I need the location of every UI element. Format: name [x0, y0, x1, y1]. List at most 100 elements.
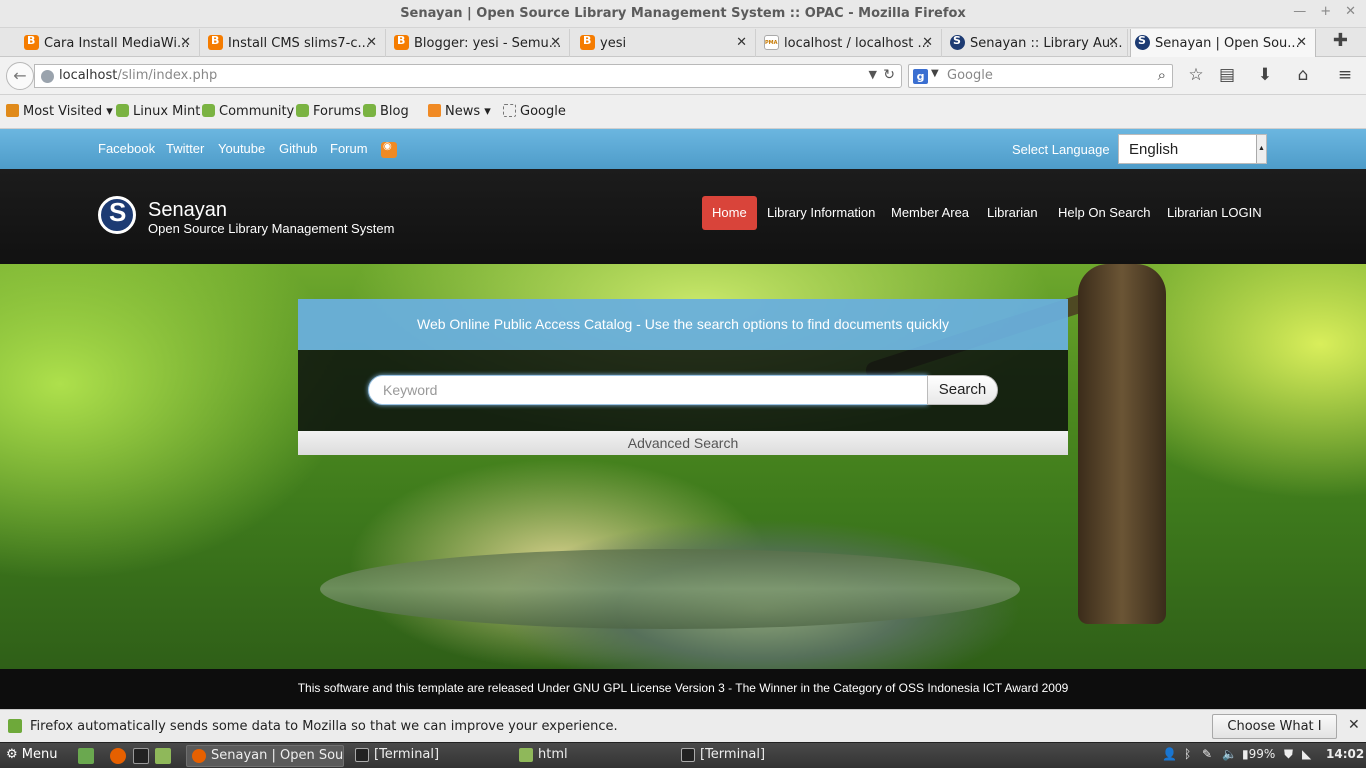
- search-form: Keyword Search: [298, 350, 1068, 431]
- browser-tab[interactable]: localhost / localhost ... ✕: [760, 29, 942, 57]
- phpmyadmin-icon: [764, 35, 779, 50]
- tab-strip: Cara Install MediaWi... ✕ Install CMS sl…: [0, 28, 1366, 58]
- link-youtube[interactable]: Youtube: [218, 141, 265, 156]
- close-tab-icon[interactable]: ✕: [366, 35, 377, 50]
- tab-label: Cara Install MediaWi...: [44, 35, 190, 51]
- bookmark-google[interactable]: Google: [503, 104, 566, 119]
- link-forum[interactable]: Forum: [330, 141, 368, 156]
- tab-label: Senayan | Open Sou...: [1155, 36, 1300, 51]
- bookmark-most-visited[interactable]: Most Visited ▾: [6, 104, 113, 119]
- bookmark-community[interactable]: Community: [202, 104, 294, 119]
- taskbar-window-terminal[interactable]: [Terminal]: [350, 745, 508, 767]
- link-github[interactable]: Github: [279, 141, 317, 156]
- close-tab-icon[interactable]: ✕: [180, 35, 191, 50]
- brand-tagline: Open Source Library Management System: [148, 221, 395, 236]
- advanced-search-toggle[interactable]: Advanced Search: [298, 431, 1068, 455]
- close-tab-icon[interactable]: ✕: [922, 35, 933, 50]
- user-icon[interactable]: 👤: [1162, 747, 1177, 761]
- search-icon[interactable]: ⌕: [1158, 66, 1166, 84]
- firefox-icon: [192, 749, 206, 763]
- url-history-dropdown-icon[interactable]: ▼: [869, 68, 877, 81]
- close-tab-icon[interactable]: ✕: [1296, 35, 1307, 50]
- show-desktop-icon[interactable]: [78, 748, 94, 764]
- social-topbar: Facebook Twitter Youtube Github Forum Se…: [0, 129, 1366, 169]
- google-icon[interactable]: g: [913, 69, 928, 84]
- window-titlebar: Senayan | Open Source Library Management…: [0, 0, 1366, 28]
- close-notification-icon[interactable]: ✕: [1348, 717, 1360, 733]
- choose-what-i-share-button[interactable]: Choose What I Share: [1212, 714, 1337, 757]
- maximize-icon[interactable]: +: [1320, 4, 1331, 19]
- bookmark-star-icon[interactable]: ☆: [1185, 65, 1207, 85]
- rss-feed-icon[interactable]: [381, 141, 397, 158]
- link-facebook[interactable]: Facebook: [98, 141, 155, 156]
- terminal-icon[interactable]: [133, 748, 149, 764]
- blogger-icon: [208, 34, 223, 50]
- start-menu-button[interactable]: ⚙ Menu: [6, 747, 58, 762]
- reload-icon[interactable]: ↻: [883, 67, 895, 83]
- firefox-icon[interactable]: [110, 748, 126, 764]
- browser-tab[interactable]: Senayan :: Library Au... ✕: [946, 29, 1128, 57]
- url-bar[interactable]: localhost/slim/index.php ▼ ↻: [34, 64, 902, 88]
- bookmarks-list-icon[interactable]: ▤: [1216, 65, 1238, 85]
- opac-search-panel: Web Online Public Access Catalog - Use t…: [298, 299, 1068, 455]
- brand-name[interactable]: Senayan: [148, 199, 227, 222]
- terminal-icon: [355, 748, 369, 762]
- home-icon[interactable]: ⌂: [1292, 65, 1314, 85]
- battery-indicator[interactable]: ▮ 99%: [1242, 747, 1275, 761]
- folder-icon: [519, 748, 533, 762]
- clock[interactable]: 14:02: [1326, 747, 1364, 761]
- bookmark-blog[interactable]: Blog: [363, 104, 409, 119]
- taskbar-window-folder[interactable]: html: [514, 745, 672, 767]
- bookmark-news[interactable]: News ▾: [428, 104, 491, 119]
- mint-icon: [116, 104, 129, 117]
- browser-tab[interactable]: Install CMS slims7-c... ✕: [204, 29, 386, 57]
- files-icon[interactable]: [155, 748, 171, 764]
- blank-page-icon: [503, 104, 516, 117]
- globe-icon: [41, 70, 54, 83]
- browser-tab[interactable]: Blogger: yesi - Semu... ✕: [390, 29, 570, 57]
- link-twitter[interactable]: Twitter: [166, 141, 204, 156]
- mint-icon: [202, 104, 215, 117]
- browser-tab-active[interactable]: Senayan | Open Sou... ✕: [1130, 29, 1316, 58]
- keyword-input[interactable]: Keyword: [368, 375, 928, 405]
- notification-text: Firefox automatically sends some data to…: [30, 719, 618, 734]
- close-tab-icon[interactable]: ✕: [550, 35, 561, 50]
- nav-help-on-search[interactable]: Help On Search: [1058, 196, 1151, 230]
- nav-librarian[interactable]: Librarian: [987, 196, 1038, 230]
- web-page: Facebook Twitter Youtube Github Forum Se…: [0, 129, 1366, 709]
- bluetooth-icon[interactable]: ᛒ: [1184, 747, 1191, 761]
- pen-icon[interactable]: ✎: [1202, 747, 1212, 761]
- new-tab-icon[interactable]: ✚: [1333, 30, 1348, 51]
- browser-tab[interactable]: yesi ✕: [576, 29, 756, 57]
- select-arrow-icon: ▲: [1256, 135, 1266, 163]
- language-label: Select Language: [1012, 142, 1110, 157]
- close-tab-icon[interactable]: ✕: [736, 35, 747, 50]
- web-search-box[interactable]: g ▼ Google ⌕: [908, 64, 1173, 88]
- mint-icon: [363, 104, 376, 117]
- nav-librarian-login[interactable]: Librarian LOGIN: [1167, 196, 1262, 230]
- close-tab-icon[interactable]: ✕: [1108, 35, 1119, 50]
- shield-icon[interactable]: ⛊: [1284, 747, 1293, 762]
- network-icon[interactable]: ◣: [1302, 747, 1311, 761]
- bookmark-linux-mint[interactable]: Linux Mint: [116, 104, 200, 119]
- close-window-icon[interactable]: ✕: [1345, 4, 1356, 19]
- site-header: Senayan Open Source Library Management S…: [0, 169, 1366, 264]
- minimize-icon[interactable]: —: [1293, 4, 1306, 19]
- volume-icon[interactable]: 🔈: [1222, 747, 1237, 761]
- nav-home[interactable]: Home: [702, 196, 757, 230]
- taskbar-window-firefox[interactable]: Senayan | Open Sou...: [186, 745, 344, 767]
- engine-dropdown-icon[interactable]: ▼: [931, 68, 939, 79]
- url-text[interactable]: localhost/slim/index.php: [59, 68, 217, 83]
- language-select[interactable]: English ▲: [1118, 134, 1267, 164]
- nav-member-area[interactable]: Member Area: [891, 196, 969, 230]
- taskbar-window-terminal[interactable]: [Terminal]: [676, 745, 834, 767]
- search-button[interactable]: Search: [927, 375, 998, 405]
- browser-tab[interactable]: Cara Install MediaWi... ✕: [20, 29, 200, 57]
- back-arrow-icon[interactable]: ←: [6, 62, 34, 90]
- senayan-logo[interactable]: [98, 196, 136, 234]
- menu-hamburger-icon[interactable]: ≡: [1334, 65, 1356, 85]
- senayan-icon: [1135, 34, 1150, 50]
- downloads-icon[interactable]: ⬇: [1254, 65, 1276, 85]
- bookmark-forums[interactable]: Forums: [296, 104, 361, 119]
- nav-library-information[interactable]: Library Information: [767, 196, 875, 230]
